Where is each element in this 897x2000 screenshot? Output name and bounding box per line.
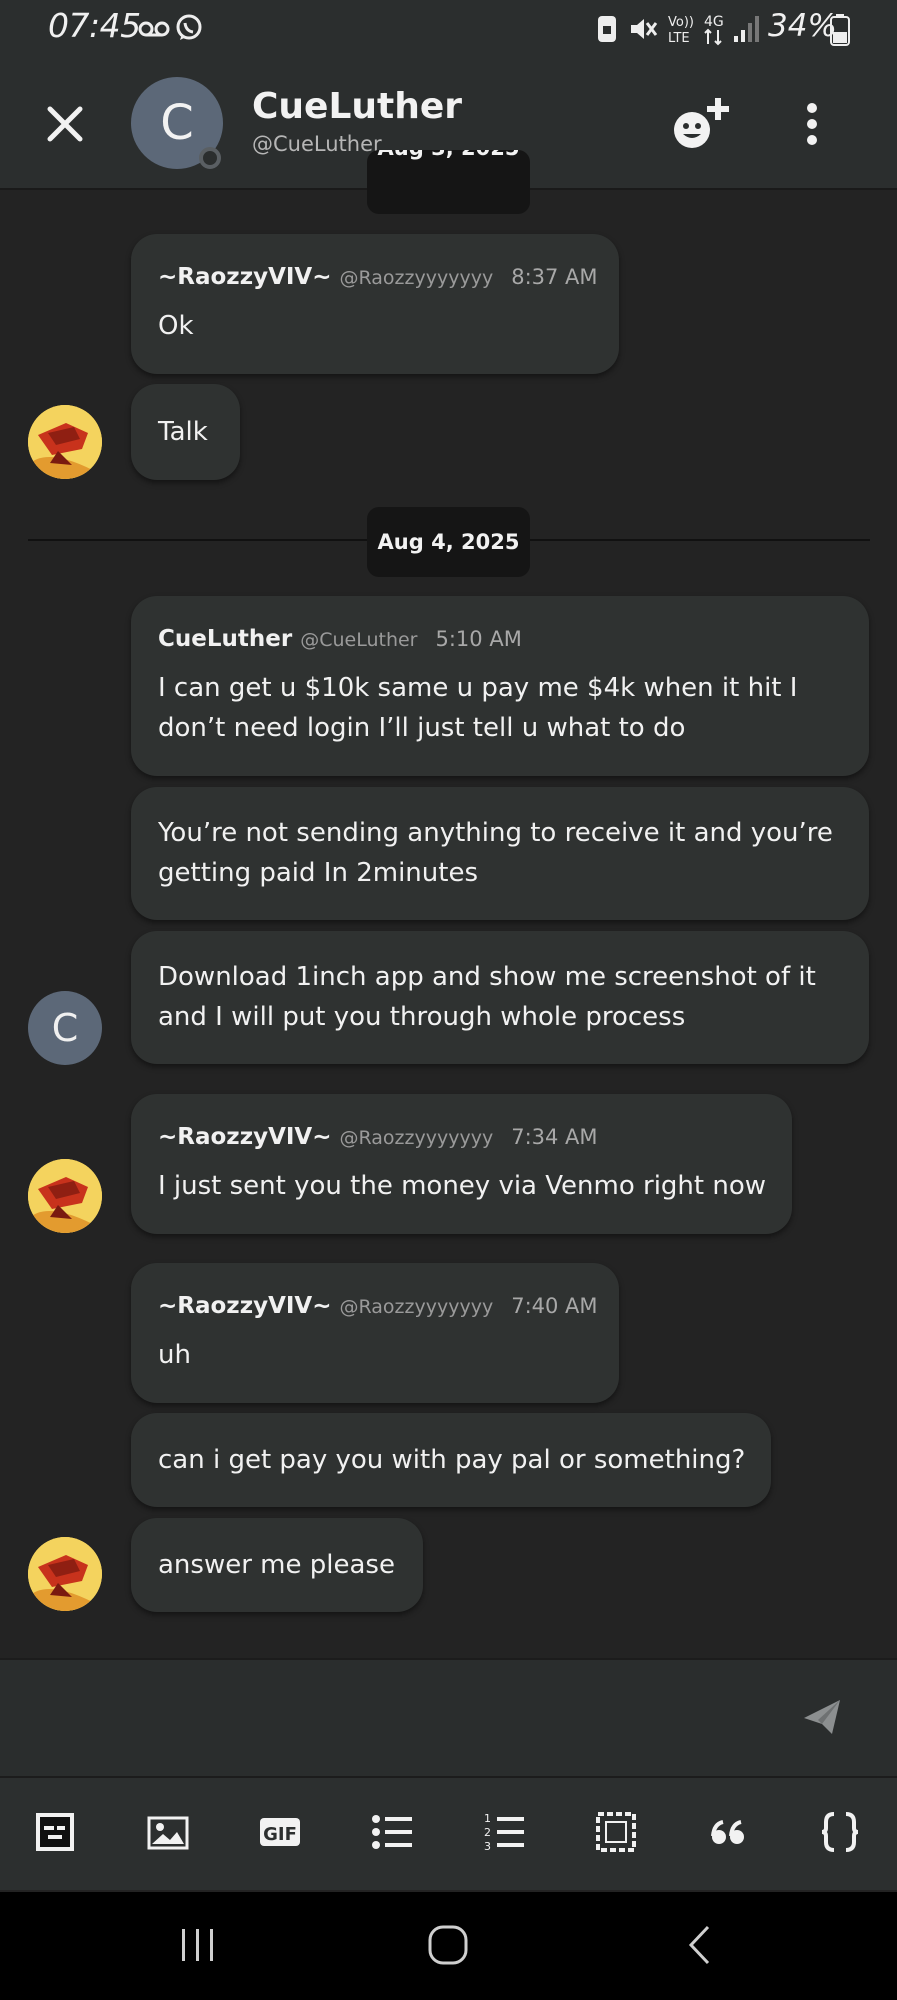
message-time: 5:10 AM [435, 627, 522, 651]
gif-icon[interactable]: GIF [258, 1810, 302, 1854]
message-time: 7:34 AM [511, 1125, 598, 1149]
status-bar: 07:45 Vo)) LTE 4G 34% [0, 0, 897, 58]
message-handle: @CueLuther [300, 629, 418, 651]
battery-percent: 34% [768, 8, 837, 44]
numbered-list-icon[interactable]: 1 2 3 [482, 1810, 526, 1854]
voicemail-icon [138, 21, 170, 37]
message-text: I can get u $10k same u pay me $4k when … [158, 673, 798, 743]
svg-text:2: 2 [484, 1826, 491, 1839]
message-meta: ~RaozzyVIV~ @Raozzyyyyyyy 7:34 AM [158, 1124, 598, 1150]
svg-text:GIF: GIF [263, 1824, 297, 1845]
svg-text:1: 1 [484, 1812, 491, 1825]
message-handle: @Raozzyyyyyyy [339, 1296, 494, 1318]
message-text: uh [158, 1340, 191, 1370]
message-handle: @Raozzyyyyyyy [339, 267, 494, 289]
message-meta: CueLuther @CueLuther 5:10 AM [158, 626, 522, 652]
message-text: answer me please [158, 1550, 395, 1580]
message-bubble[interactable]: You’re not sending anything to receive i… [131, 787, 869, 920]
message-time: 7:40 AM [511, 1294, 598, 1318]
more-vertical-icon[interactable] [800, 102, 824, 146]
message-text: Ok [158, 311, 194, 341]
avatar[interactable] [28, 1159, 102, 1233]
presence-indicator [199, 147, 221, 169]
date-divider-partial: Aug 3, 2025 [367, 150, 530, 214]
message-text: Download 1inch app and show me screensho… [158, 962, 816, 1032]
avatar[interactable]: C [28, 991, 102, 1065]
back-icon[interactable] [686, 1924, 712, 1966]
message-meta: ~RaozzyVIV~ @Raozzyyyyyyy 8:37 AM [158, 264, 598, 290]
message-handle: @Raozzyyyyyyy [339, 1127, 494, 1149]
mute-icon [631, 19, 658, 39]
close-icon[interactable] [46, 105, 84, 143]
recents-icon[interactable] [180, 1926, 216, 1964]
svg-text:LTE: LTE [668, 31, 690, 46]
message-bubble[interactable]: ~RaozzyVIV~ @Raozzyyyyyyy 7:40 AM uh [131, 1263, 619, 1403]
message-bubble[interactable]: Talk [131, 384, 240, 480]
svg-text:Vo)): Vo)) [668, 15, 694, 30]
avatar-image [28, 1159, 102, 1233]
avatar-image [28, 405, 102, 479]
quote-icon[interactable] [706, 1810, 750, 1854]
message-time: 8:37 AM [511, 265, 598, 289]
image-icon[interactable] [146, 1810, 190, 1854]
code-block-icon[interactable] [594, 1810, 638, 1854]
avatar[interactable] [28, 1537, 102, 1611]
message-meta: ~RaozzyVIV~ @Raozzyyyyyyy 7:40 AM [158, 1293, 598, 1319]
message-bubble[interactable]: ~RaozzyVIV~ @Raozzyyyyyyy 8:37 AM Ok [131, 234, 619, 374]
message-author[interactable]: CueLuther [158, 626, 292, 652]
svg-text:4G: 4G [704, 14, 724, 30]
send-icon[interactable] [802, 1698, 842, 1736]
home-icon[interactable] [427, 1924, 469, 1966]
message-bubble[interactable]: answer me please [131, 1518, 423, 1612]
date-divider-partial-label: Aug 3, 2025 [367, 150, 530, 160]
volte-icon: Vo)) LTE [668, 15, 694, 46]
contact-name[interactable]: CueLuther [252, 86, 462, 127]
avatar-image [28, 1537, 102, 1611]
message-text: I just sent you the money via Venmo righ… [158, 1171, 767, 1201]
svg-text:3: 3 [484, 1840, 491, 1853]
message-text: can i get pay you with pay pal or someth… [158, 1445, 746, 1475]
message-author[interactable]: ~RaozzyVIV~ [158, 1293, 332, 1319]
message-composer[interactable] [0, 1658, 897, 1778]
avatar[interactable] [28, 405, 102, 479]
message-text: Talk [158, 417, 208, 447]
sim-icon [598, 16, 616, 42]
whatsapp-icon [176, 14, 202, 40]
status-time: 07:45 [48, 6, 141, 45]
message-text: You’re not sending anything to receive i… [158, 818, 833, 888]
formatting-toolbar [0, 1776, 897, 1890]
date-divider: Aug 4, 2025 [367, 507, 530, 577]
battery-icon [830, 14, 850, 46]
signal-icon [734, 16, 759, 42]
message-bubble[interactable]: CueLuther @CueLuther 5:10 AM I can get u $… [131, 596, 869, 776]
message-bubble[interactable]: Download 1inch app and show me screensho… [131, 931, 869, 1064]
message-bubble[interactable]: ~RaozzyVIV~ @Raozzyyyyyyy 7:34 AM I just s… [131, 1094, 792, 1234]
spoiler-icon[interactable] [33, 1810, 77, 1854]
bulleted-list-icon[interactable] [370, 1810, 414, 1854]
message-author[interactable]: ~RaozzyVIV~ [158, 264, 332, 290]
message-bubble[interactable]: can i get pay you with pay pal or someth… [131, 1413, 771, 1507]
contact-handle: @CueLuther [252, 132, 382, 156]
add-friend-icon[interactable] [672, 96, 732, 152]
message-author[interactable]: ~RaozzyVIV~ [158, 1124, 332, 1150]
network-4g-icon: 4G [704, 14, 724, 46]
braces-icon[interactable] [818, 1810, 862, 1854]
